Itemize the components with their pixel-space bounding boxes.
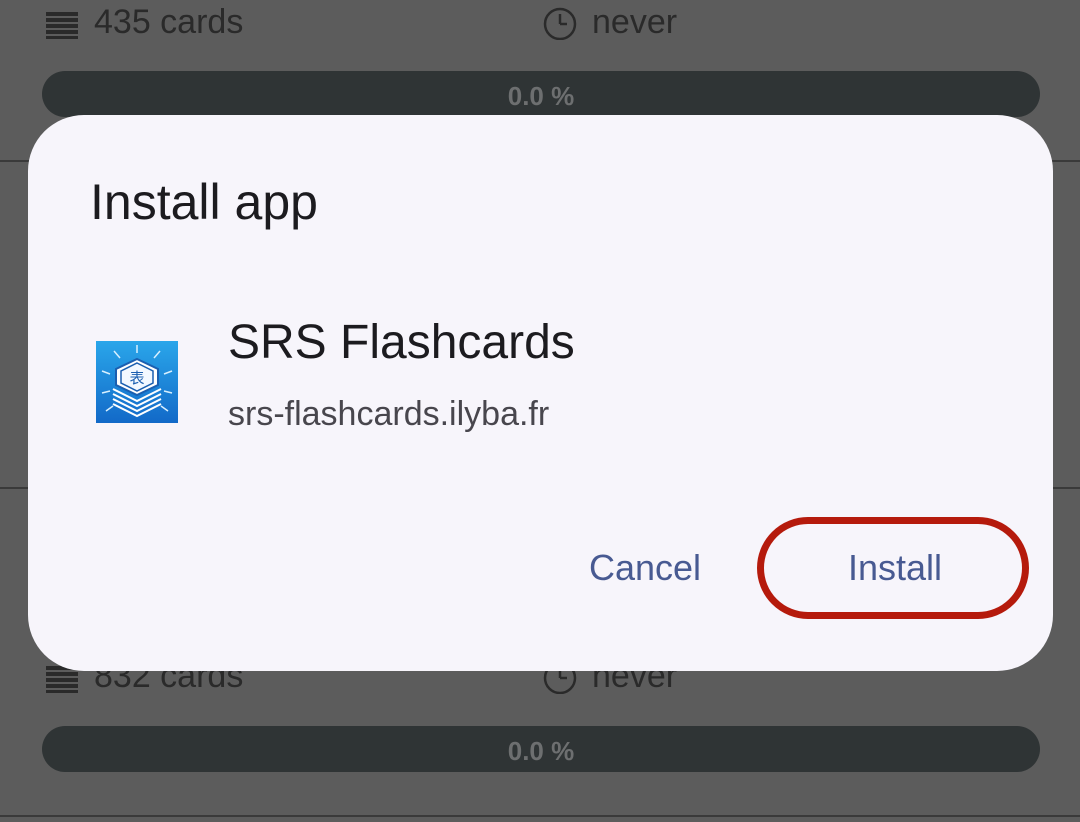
svg-text:表: 表: [129, 369, 144, 387]
dialog-title: Install app: [90, 174, 318, 230]
install-app-dialog: Install app 表 SRS Flashcards srs-flashca…: [28, 115, 1053, 671]
deck-last-review: never: [542, 0, 677, 44]
clock-icon: [543, 7, 577, 40]
deck-card-count: 435 cards: [44, 0, 243, 44]
stack-icon: [46, 12, 78, 39]
deck-progress-label: 0.0 %: [507, 736, 575, 766]
cancel-button[interactable]: Cancel: [560, 543, 730, 593]
app-url: srs-flashcards.ilyba.fr: [228, 395, 550, 433]
deck-divider: [0, 815, 1080, 817]
deck-last-review-text: never: [592, 3, 678, 41]
install-button[interactable]: Install: [828, 543, 962, 593]
deck-progress-bar: 0.0 %: [42, 71, 1040, 117]
deck-progress-label: 0.0 %: [507, 81, 575, 111]
deck-card-count-text: 435 cards: [94, 3, 244, 41]
app-name: SRS Flashcards: [228, 316, 575, 369]
srs-flashcards-app-icon: 表: [96, 341, 178, 423]
deck-progress-bar: 0.0 %: [42, 726, 1040, 772]
